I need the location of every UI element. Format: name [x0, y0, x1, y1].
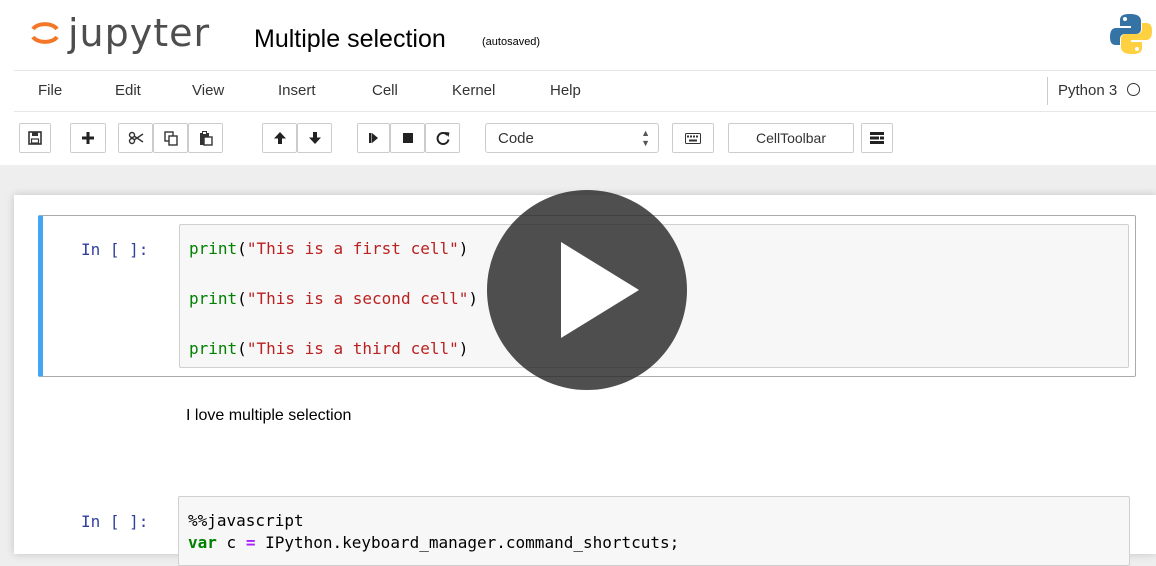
menu-insert[interactable]: Insert [278, 82, 316, 99]
move-down-button[interactable] [297, 123, 332, 153]
command-palette-button[interactable] [672, 123, 714, 153]
notebook-header: jupyter Multiple selection (autosaved) F… [0, 0, 1156, 165]
main-toolbar: Code ▲ ▼ CellToolbar [0, 120, 1156, 160]
header-row: jupyter Multiple selection (autosaved) [0, 0, 1156, 65]
cell-type-select[interactable]: Code ▲ ▼ [485, 123, 659, 153]
video-play-button[interactable] [487, 190, 687, 390]
code-input-area[interactable]: %%javascript var c = IPython.keyboard_ma… [178, 496, 1130, 566]
menu-file[interactable]: File [38, 82, 62, 99]
select-arrows-icon: ▲ ▼ [641, 128, 650, 148]
menu-edit[interactable]: Edit [115, 82, 141, 99]
copy-button[interactable] [153, 123, 188, 153]
notebook-name[interactable]: Multiple selection [254, 25, 446, 54]
step-forward-icon [368, 133, 378, 143]
move-up-button[interactable] [262, 123, 297, 153]
menu-help[interactable]: Help [550, 82, 581, 99]
input-prompt: In [ ]: [81, 512, 149, 531]
run-cell-button[interactable] [357, 123, 390, 153]
kernel-name: Python 3 [1058, 82, 1118, 99]
autosave-status: (autosaved) [482, 36, 541, 48]
markdown-cell[interactable]: I love multiple selection [186, 407, 351, 425]
logo-text: jupyter [68, 11, 211, 55]
input-prompt: In [ ]: [81, 240, 149, 259]
layout-icon [870, 132, 884, 144]
insert-cell-button[interactable] [70, 123, 106, 153]
interrupt-kernel-button[interactable] [390, 123, 425, 153]
stop-icon [402, 133, 413, 143]
code-line: print("This is a third cell") [189, 339, 469, 358]
keyboard-icon [685, 132, 701, 144]
cut-button[interactable] [118, 123, 153, 153]
jupyter-logo[interactable]: jupyter [30, 10, 210, 56]
kernel-indicator[interactable]: Python 3 [1047, 77, 1141, 105]
menu-view[interactable]: View [192, 82, 224, 99]
code-line: print("This is a second cell") [189, 289, 479, 308]
restart-icon [436, 132, 449, 145]
celltoolbar-button[interactable]: CellToolbar [728, 123, 854, 153]
save-icon [28, 131, 42, 145]
save-button[interactable] [19, 123, 51, 153]
python-logo-icon [1110, 12, 1152, 56]
restart-kernel-button[interactable] [425, 123, 460, 153]
scissors-icon [128, 131, 143, 145]
toggle-layout-button[interactable] [861, 123, 893, 153]
code-line: print("This is a first cell") [189, 239, 469, 258]
arrow-down-icon [308, 132, 321, 144]
kernel-idle-icon [1127, 83, 1141, 96]
paste-icon [199, 130, 213, 146]
menu-bar: File Edit View Insert Cell Kernel Help P… [14, 70, 1156, 112]
code-line: %%javascript [188, 511, 304, 530]
menu-cell[interactable]: Cell [372, 82, 398, 99]
play-icon [561, 242, 639, 338]
cell-type-value: Code [498, 130, 534, 147]
code-line: var c = IPython.keyboard_manager.command… [188, 533, 680, 552]
plus-icon [82, 132, 94, 144]
celltoolbar-label: CellToolbar [755, 130, 827, 146]
menu-kernel[interactable]: Kernel [452, 82, 495, 99]
copy-icon [163, 130, 178, 146]
arrow-up-icon [273, 132, 286, 144]
jupyter-logo-icon [30, 18, 60, 48]
paste-button[interactable] [188, 123, 223, 153]
